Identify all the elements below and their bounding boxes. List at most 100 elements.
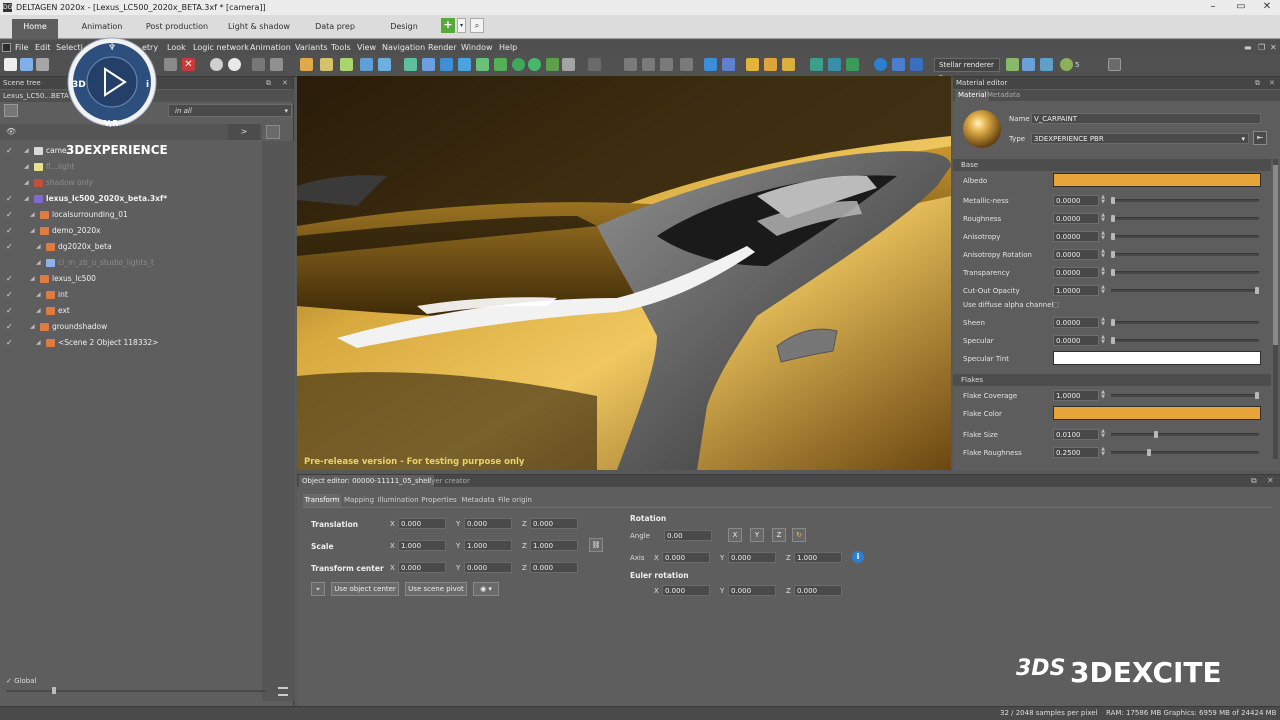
visibility-icon[interactable] bbox=[228, 58, 241, 71]
menu-look[interactable]: Look bbox=[167, 40, 186, 55]
expand-triangle-icon[interactable]: ◢ bbox=[30, 223, 35, 239]
use-object-center-button[interactable]: Use object center bbox=[331, 582, 399, 596]
move-icon[interactable] bbox=[404, 58, 417, 71]
cube-icon[interactable] bbox=[722, 58, 735, 71]
orbit-icon[interactable] bbox=[546, 58, 559, 71]
sheen-slider[interactable] bbox=[1111, 319, 1259, 326]
link-icon[interactable] bbox=[252, 58, 265, 71]
pick-center-icon[interactable]: ⌖ bbox=[311, 582, 325, 596]
assign-material-icon[interactable]: ⇤ bbox=[1253, 131, 1267, 145]
zoom-slider[interactable] bbox=[6, 687, 266, 694]
specular-input[interactable]: 0.0000 bbox=[1053, 335, 1099, 346]
translation-y-input[interactable]: 0.000 bbox=[464, 518, 512, 529]
param-spinner[interactable]: ▲ ▼ bbox=[1100, 267, 1106, 278]
visibility-checkbox[interactable]: ✓ bbox=[6, 191, 14, 207]
tab-design[interactable]: Design bbox=[376, 19, 432, 39]
list-icon[interactable] bbox=[278, 687, 288, 696]
axis-x-input[interactable]: 0.000 bbox=[662, 552, 710, 563]
expand-triangle-icon[interactable]: ◢ bbox=[30, 271, 35, 287]
cube-cyan-icon[interactable] bbox=[828, 58, 841, 71]
param-slider[interactable] bbox=[1111, 251, 1259, 258]
renderer-dropdown[interactable]: Stellar renderer ▾ bbox=[934, 58, 1000, 81]
visibility-checkbox[interactable]: ✓ bbox=[6, 303, 14, 319]
cube-green-icon[interactable] bbox=[846, 58, 859, 71]
use-scene-pivot-button[interactable]: Use scene pivot bbox=[405, 582, 467, 596]
expand-triangle-icon[interactable]: ◢ bbox=[36, 287, 41, 303]
scene-filter-dropdown[interactable]: in all ▾ bbox=[168, 104, 292, 117]
menu-render[interactable]: Render bbox=[428, 40, 456, 55]
scene-tree-row[interactable]: ✓ ◢ lexus_lc500_2020x_beta.3xf* bbox=[0, 191, 262, 207]
expand-triangle-icon[interactable]: ◢ bbox=[30, 207, 35, 223]
axis-z-icon[interactable] bbox=[660, 58, 673, 71]
scene-tree-row[interactable]: ✓ ◢ localsurrounding_01 bbox=[0, 207, 262, 223]
add-tab-icon[interactable]: + bbox=[441, 18, 455, 33]
menu-window[interactable]: Window bbox=[461, 40, 493, 55]
material-type-dropdown[interactable]: 3DEXPERIENCE PBR ▾ bbox=[1031, 133, 1249, 144]
snapshot-icon[interactable] bbox=[378, 58, 391, 71]
visibility-checkbox[interactable]: ✓ bbox=[6, 239, 14, 255]
scale-icon[interactable] bbox=[440, 58, 453, 71]
flake-coverage-spinner[interactable]: ▲ ▼ bbox=[1100, 390, 1106, 401]
flake-coverage-knob[interactable] bbox=[1255, 392, 1259, 399]
expand-triangle-icon[interactable]: ◢ bbox=[30, 319, 35, 335]
tab-mapping[interactable]: Mapping bbox=[343, 494, 375, 507]
axis-y-icon[interactable] bbox=[642, 58, 655, 71]
scene-tree-row[interactable]: ◢ shadow only bbox=[0, 175, 262, 191]
expand-triangle-icon[interactable]: ◢ bbox=[24, 191, 29, 207]
flake-size-input[interactable]: 0.0100 bbox=[1053, 429, 1099, 440]
flake-size-slider[interactable] bbox=[1111, 431, 1259, 438]
flake-size-spinner[interactable]: ▲ ▼ bbox=[1100, 429, 1106, 440]
tab-data-prep[interactable]: Data prep bbox=[304, 19, 366, 39]
tab-properties[interactable]: Properties bbox=[420, 494, 458, 507]
sphere-blue-icon[interactable] bbox=[874, 58, 887, 71]
param-slider-knob[interactable] bbox=[1111, 251, 1115, 258]
env-icon[interactable] bbox=[892, 58, 905, 71]
visibility-checkbox[interactable]: ✓ bbox=[6, 143, 14, 159]
translation-x-input[interactable]: 0.000 bbox=[398, 518, 446, 529]
group-icon[interactable] bbox=[270, 58, 283, 71]
material-scrollbar[interactable] bbox=[1273, 159, 1278, 459]
param-spinner[interactable]: ▲ ▼ bbox=[1100, 195, 1106, 206]
tab-menu-arrow-icon[interactable]: ▾ bbox=[457, 18, 466, 33]
menu-close-icon[interactable]: ✕ bbox=[1270, 40, 1277, 55]
camera-icon[interactable] bbox=[300, 58, 313, 71]
menu-app-icon[interactable] bbox=[2, 43, 11, 52]
rotate-pick-icon[interactable]: ↻ bbox=[792, 528, 806, 542]
global-checkbox[interactable]: ✓ Global bbox=[6, 677, 36, 685]
flake-size-knob[interactable] bbox=[1154, 431, 1159, 438]
param-input[interactable]: 0.0000 bbox=[1053, 195, 1099, 206]
object-float-icon[interactable]: ⧉ bbox=[1251, 475, 1257, 487]
material-icon[interactable] bbox=[340, 58, 353, 71]
param-slider[interactable] bbox=[1111, 215, 1259, 222]
flake-color-swatch[interactable] bbox=[1053, 406, 1261, 420]
scene-tree-row[interactable]: ✓ ◢ groundshadow bbox=[0, 319, 262, 335]
menu-navigation[interactable]: Navigation bbox=[382, 40, 425, 55]
euler-z-input[interactable]: 0.000 bbox=[794, 585, 842, 596]
samples-icon[interactable] bbox=[1060, 58, 1073, 71]
tab-metadata[interactable]: Metadata bbox=[987, 90, 1020, 101]
param-input[interactable]: 0.0000 bbox=[1053, 231, 1099, 242]
3d-viewport[interactable] bbox=[297, 76, 951, 470]
param-slider[interactable] bbox=[1111, 287, 1259, 294]
tab-material[interactable]: Material bbox=[955, 90, 990, 101]
tab-home[interactable]: Home bbox=[12, 19, 58, 39]
sphere-yellow-icon[interactable] bbox=[764, 58, 777, 71]
close-icon[interactable]: ✕ bbox=[1254, 0, 1280, 15]
diffuse-alpha-checkbox[interactable] bbox=[1053, 302, 1059, 308]
pivot-icon[interactable] bbox=[458, 58, 471, 71]
sync-icon[interactable] bbox=[528, 58, 541, 71]
param-slider-knob[interactable] bbox=[1255, 287, 1259, 294]
param-slider[interactable] bbox=[1111, 269, 1259, 276]
tab-transform[interactable]: Transform bbox=[303, 494, 341, 507]
param-slider-knob[interactable] bbox=[1111, 233, 1115, 240]
panel-close-icon[interactable]: ✕ bbox=[282, 77, 288, 89]
scene-tree-row[interactable]: ✓ ◢ <Scene 2 Object 118332> bbox=[0, 335, 262, 351]
layout-icon[interactable] bbox=[588, 58, 601, 71]
sheen-spinner[interactable]: ▲ ▼ bbox=[1100, 317, 1106, 328]
rotate-x-button[interactable]: X bbox=[728, 528, 742, 542]
scene-tree-row[interactable]: ✓ ◢ lexus_lc500 bbox=[0, 271, 262, 287]
rotate-icon[interactable] bbox=[422, 58, 435, 71]
3dexperience-compass-logo[interactable]: 3D i V,R ♆ bbox=[62, 36, 162, 132]
sheen-input[interactable]: 0.0000 bbox=[1053, 317, 1099, 328]
expand-triangle-icon[interactable]: ◢ bbox=[24, 175, 29, 191]
